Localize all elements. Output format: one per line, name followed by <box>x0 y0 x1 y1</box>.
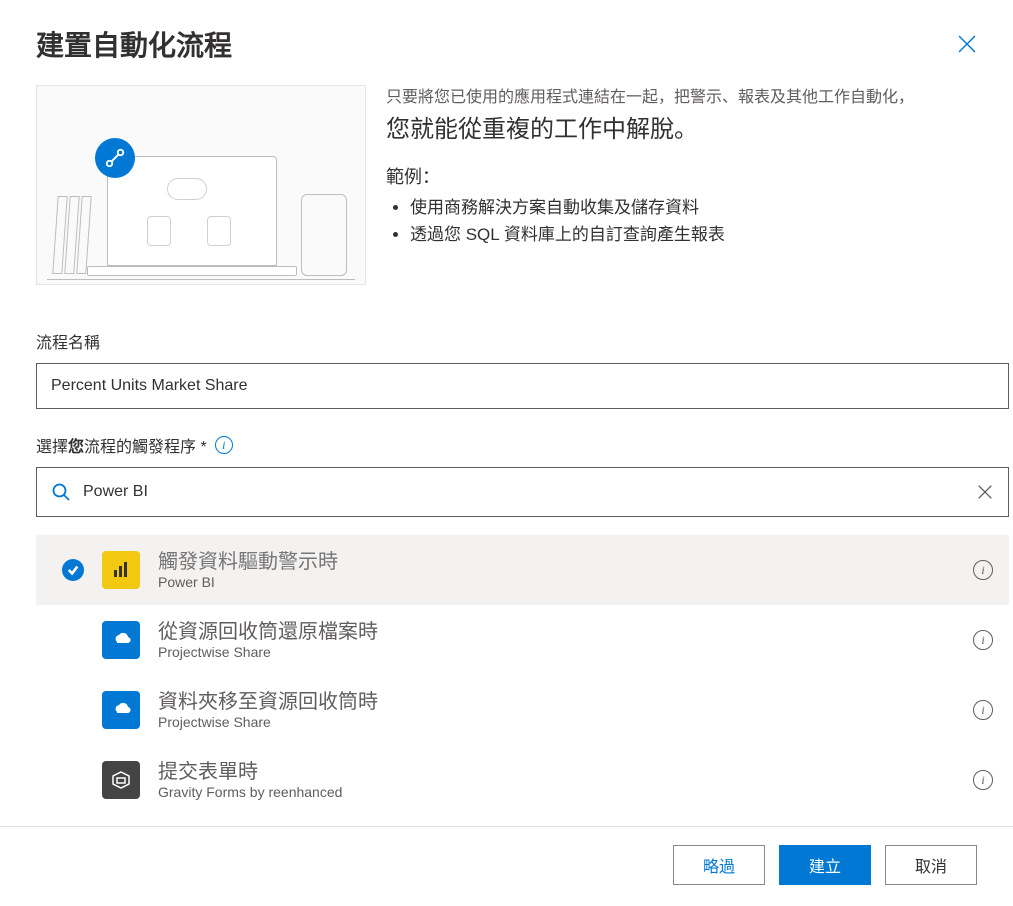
examples-label: 範例： <box>386 163 1009 192</box>
close-icon[interactable] <box>957 34 977 54</box>
trigger-info-icon[interactable]: i <box>973 700 993 720</box>
trigger-item-pwshare-restore[interactable]: 從資源回收筒還原檔案時 Projectwise Share i <box>36 605 1009 675</box>
create-button[interactable]: 建立 <box>779 845 871 885</box>
trigger-info-icon[interactable]: i <box>973 770 993 790</box>
dialog-content: 只要將您已使用的應用程式連結在一起，把警示、報表及其他工作自動化， 您就能從重複… <box>0 76 1013 826</box>
powerbi-icon <box>102 551 140 589</box>
trigger-list: 觸發資料驅動警示時 Power BI i 從資源回收筒還原檔案時 Project… <box>36 535 1009 826</box>
gravity-forms-icon <box>102 761 140 799</box>
intro-illustration <box>36 85 366 285</box>
trigger-label: 選擇您流程的觸發程序 * i <box>36 433 1009 457</box>
trigger-text: 從資源回收筒還原檔案時 Projectwise Share <box>158 620 955 660</box>
intro-headline: 您就能從重複的工作中解脫。 <box>386 111 1009 149</box>
dialog-header: 建置自動化流程 <box>0 0 1013 76</box>
radio-selected-icon <box>62 559 84 581</box>
intro-lead: 只要將您已使用的應用程式連結在一起，把警示、報表及其他工作自動化， <box>386 85 1009 111</box>
radio-unselected-icon <box>62 629 84 651</box>
trigger-info-icon[interactable]: i <box>973 630 993 650</box>
build-automated-flow-dialog: 建置自動化流程 <box>0 0 1013 906</box>
flow-name-input[interactable] <box>36 363 1009 409</box>
examples-list: 使用商務解決方案自動收集及儲存資料 透過您 SQL 資料庫上的自訂查詢產生報表 <box>386 194 1009 248</box>
intro-section: 只要將您已使用的應用程式連結在一起，把警示、報表及其他工作自動化， 您就能從重複… <box>36 77 1009 305</box>
trigger-info-icon[interactable]: i <box>973 560 993 580</box>
trigger-item-powerbi-alert[interactable]: 觸發資料驅動警示時 Power BI i <box>36 535 1009 605</box>
dialog-footer: 略過 建立 取消 <box>0 826 1013 902</box>
search-icon <box>51 482 71 502</box>
info-icon[interactable]: i <box>215 436 233 454</box>
radio-unselected-icon <box>62 769 84 791</box>
trigger-item-pwshare-recycle[interactable]: 資料夾移至資源回收筒時 Projectwise Share i <box>36 675 1009 745</box>
trigger-text: 觸發資料驅動警示時 Power BI <box>158 550 955 590</box>
trigger-search-input[interactable] <box>83 483 964 501</box>
intro-text: 只要將您已使用的應用程式連結在一起，把警示、報表及其他工作自動化， 您就能從重複… <box>386 85 1009 285</box>
trigger-item-news-article[interactable]: 新的新聞文章 i <box>36 815 1009 826</box>
cancel-button[interactable]: 取消 <box>885 845 977 885</box>
projectwise-icon <box>102 691 140 729</box>
example-item: 使用商務解決方案自動收集及儲存資料 <box>410 194 1009 221</box>
dialog-title: 建置自動化流程 <box>36 24 232 64</box>
projectwise-icon <box>102 621 140 659</box>
radio-unselected-icon <box>62 699 84 721</box>
trigger-item-gravity-submit[interactable]: 提交表單時 Gravity Forms by reenhanced i <box>36 745 1009 815</box>
trigger-search-box <box>36 467 1009 517</box>
flow-name-label: 流程名稱 <box>36 329 1009 353</box>
trigger-text: 資料夾移至資源回收筒時 Projectwise Share <box>158 690 955 730</box>
example-item: 透過您 SQL 資料庫上的自訂查詢產生報表 <box>410 221 1009 248</box>
trigger-field: 選擇您流程的觸發程序 * i <box>36 433 1009 826</box>
clear-icon[interactable] <box>976 483 994 501</box>
flow-name-field: 流程名稱 <box>36 329 1009 409</box>
skip-button[interactable]: 略過 <box>673 845 765 885</box>
required-asterisk: * <box>201 439 207 456</box>
trigger-text: 提交表單時 Gravity Forms by reenhanced <box>158 760 955 800</box>
